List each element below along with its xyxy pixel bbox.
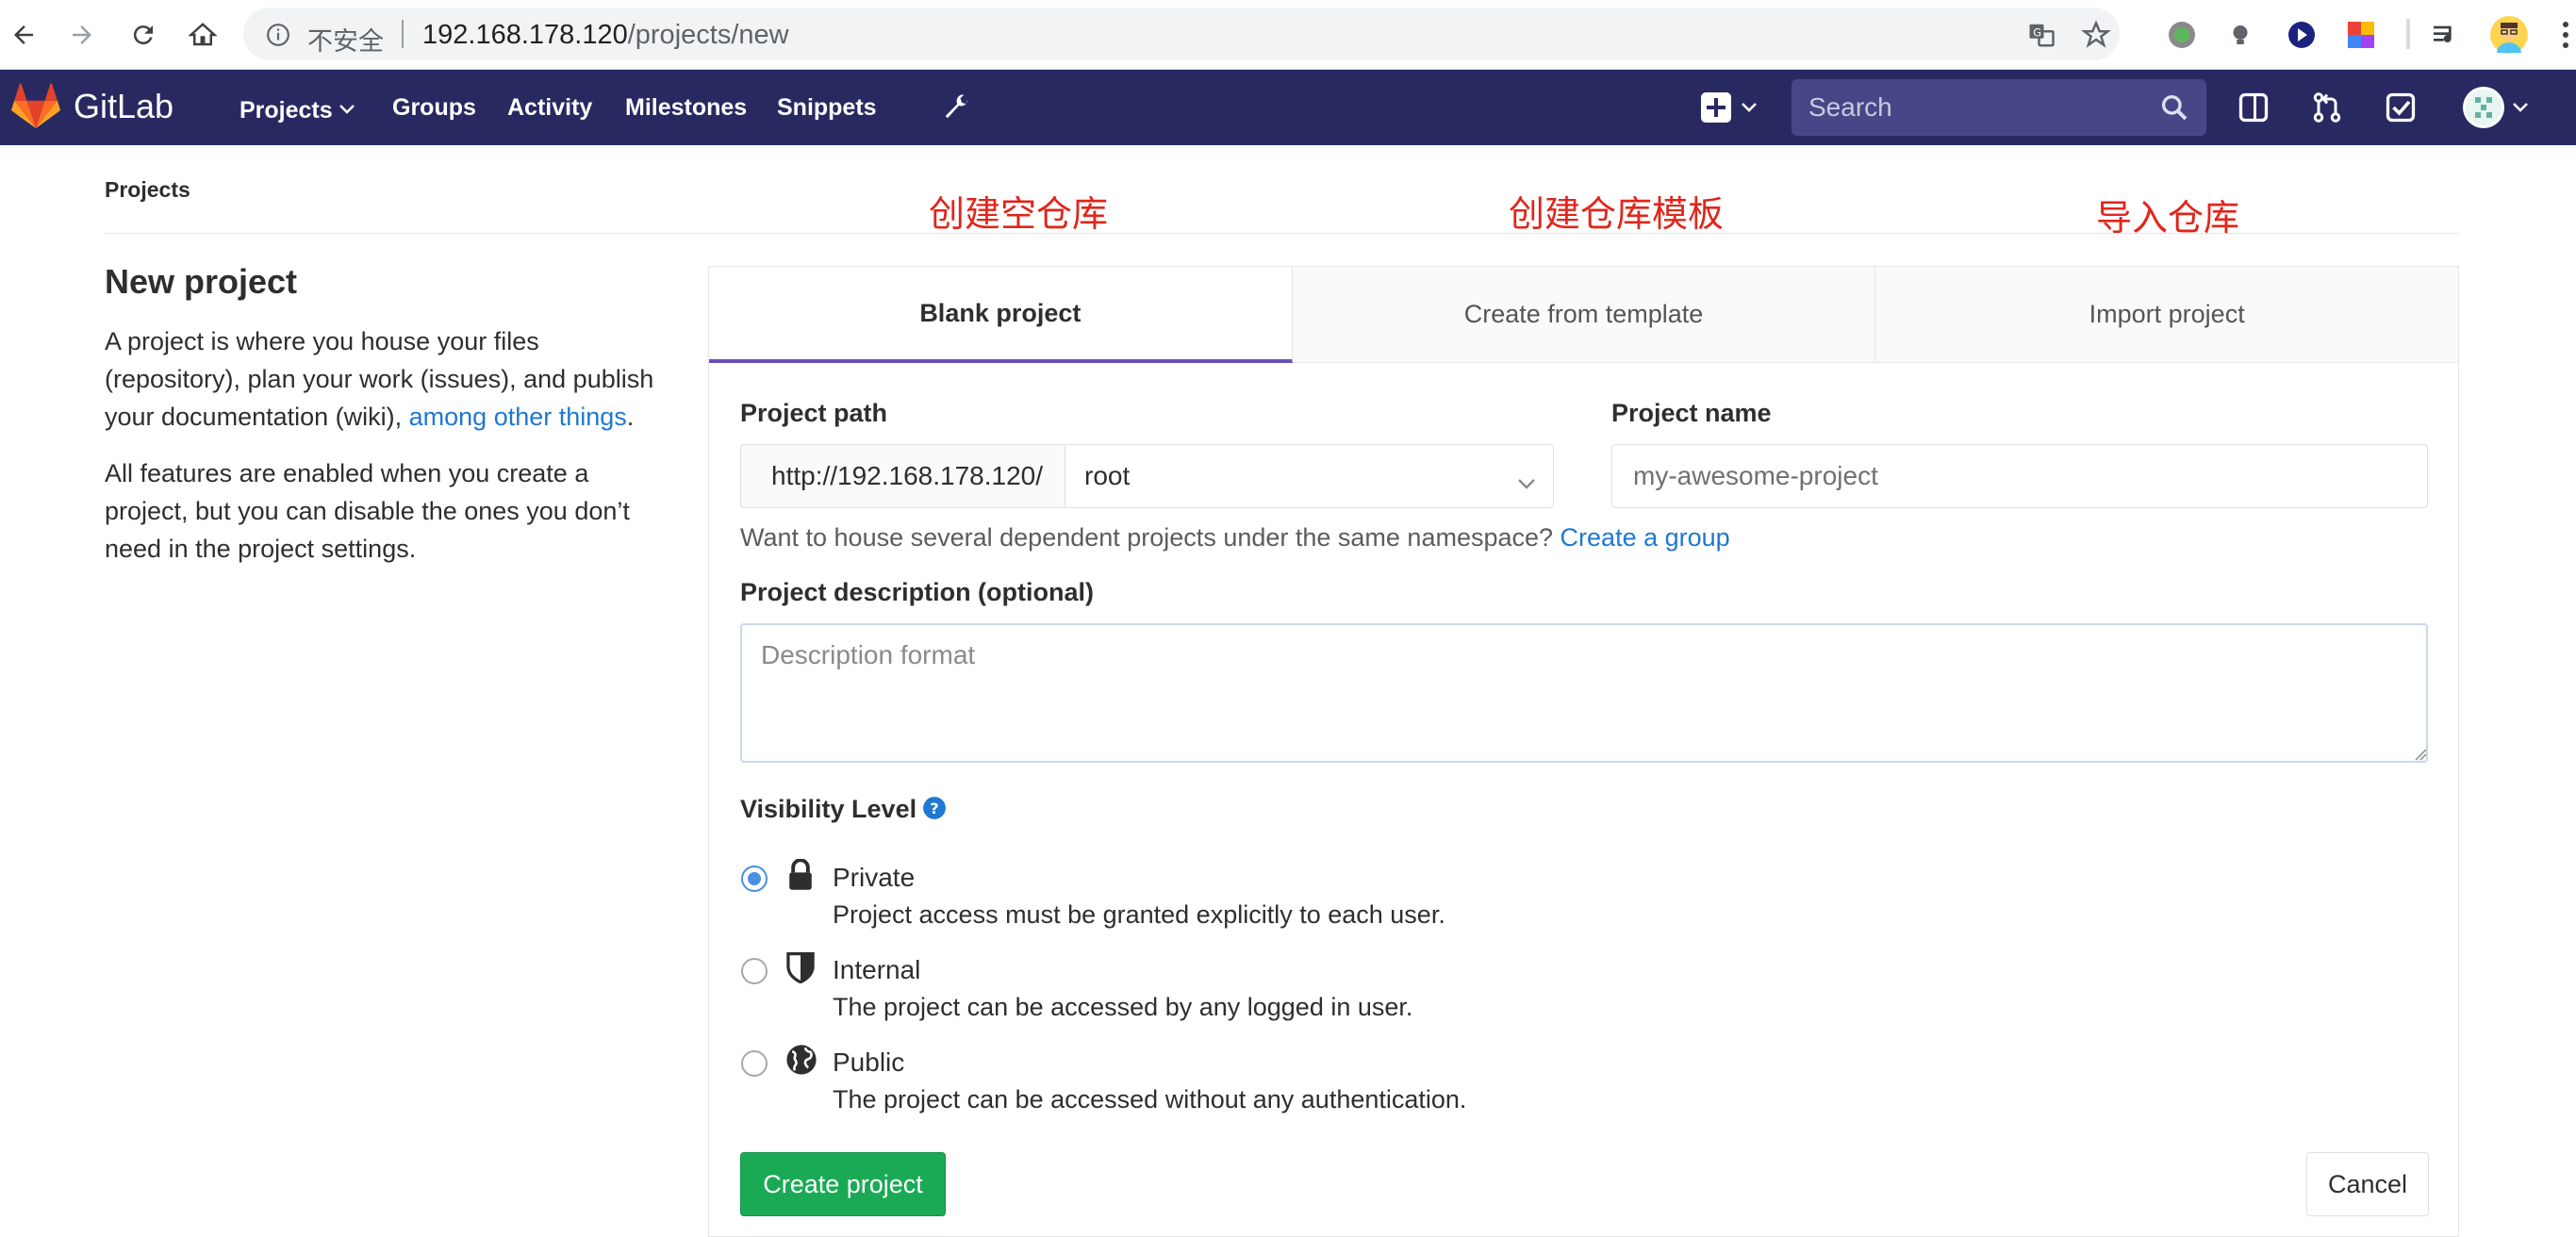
- svg-text:?: ?: [930, 800, 938, 817]
- create-project-button[interactable]: Create project: [740, 1152, 946, 1216]
- bookmark-star-icon[interactable]: [2080, 20, 2112, 54]
- browser-menu-icon[interactable]: [2557, 17, 2574, 53]
- namespace-select[interactable]: root: [1065, 444, 1554, 508]
- visibility-internal-title: Internal: [833, 955, 921, 984]
- radio-private-selected[interactable]: [740, 865, 768, 898]
- reload-button[interactable]: [120, 11, 167, 58]
- profile-avatar-icon[interactable]: [2487, 13, 2531, 57]
- project-description-label: Project description (optional): [740, 578, 1095, 606]
- project-path-label: Project path: [740, 399, 888, 427]
- visibility-level-label: Visibility Level?: [740, 795, 947, 827]
- visibility-level-text: Visibility Level: [740, 795, 917, 823]
- resize-handle-icon[interactable]: [2414, 748, 2427, 766]
- visibility-private-desc: Project access must be granted explicitl…: [833, 900, 1445, 929]
- among-other-things-link[interactable]: among other things: [409, 403, 627, 431]
- toolbar-divider: [2406, 19, 2410, 49]
- tab-create-from-template[interactable]: Create from template: [1292, 267, 1876, 363]
- search-icon[interactable]: [2159, 92, 2189, 127]
- todo-check-icon[interactable]: [2384, 91, 2418, 129]
- project-name-label: Project name: [1611, 399, 1772, 427]
- home-icon: [189, 23, 217, 46]
- omnibox-separator: [402, 20, 404, 48]
- nav-snippets[interactable]: Snippets: [777, 94, 877, 122]
- browser-toolbar: 不安全 192.168.178.120/projects/new G: [0, 0, 2576, 70]
- project-type-tabs: Blank project Create from template Impor…: [709, 267, 2459, 363]
- user-avatar-dropdown[interactable]: [2461, 85, 2529, 135]
- url-text: 192.168.178.120/projects/new: [422, 20, 789, 51]
- gitlab-tanuki-icon[interactable]: [11, 83, 60, 135]
- nav-projects[interactable]: Projects: [239, 94, 355, 124]
- intro-period: .: [626, 403, 635, 431]
- media-queue-icon[interactable]: [2427, 17, 2463, 53]
- extension-play-icon[interactable]: [2284, 17, 2320, 53]
- visibility-public-title: Public: [833, 1047, 905, 1077]
- visibility-option-public[interactable]: Public The project can be accessed witho…: [740, 1038, 2343, 1123]
- project-path-prefix: http://192.168.178.120/: [740, 444, 1065, 508]
- visibility-internal-desc: The project can be accessed by any logge…: [833, 993, 1413, 1021]
- create-group-link[interactable]: Create a group: [1560, 523, 1730, 552]
- radio-internal[interactable]: [740, 957, 768, 990]
- features-paragraph: All features are enabled when you create…: [105, 459, 630, 563]
- forward-button[interactable]: [58, 11, 106, 58]
- back-button[interactable]: [0, 11, 47, 58]
- lock-icon: [785, 858, 816, 896]
- forward-arrow-icon: [73, 25, 91, 44]
- url-path: /projects/new: [627, 20, 789, 50]
- breadcrumb[interactable]: Projects: [105, 177, 190, 203]
- intro-paragraph: A project is where you house your files …: [105, 322, 661, 436]
- visibility-option-internal[interactable]: Internal The project can be accessed by …: [740, 946, 2343, 1031]
- search-input[interactable]: [1808, 91, 2148, 124]
- gitlab-brand[interactable]: GitLab: [74, 87, 173, 126]
- info-icon[interactable]: [266, 23, 290, 52]
- url-host: 192.168.178.120: [422, 20, 628, 50]
- extension-colorgrid-icon[interactable]: [2343, 17, 2379, 53]
- namespace-value: root: [1084, 461, 1131, 490]
- extension-bulb-icon[interactable]: [2222, 17, 2258, 53]
- cancel-button[interactable]: Cancel: [2306, 1152, 2429, 1216]
- nav-activity[interactable]: Activity: [507, 94, 592, 122]
- intro-column: New project A project is where you house…: [105, 262, 661, 586]
- radio-public[interactable]: [740, 1049, 768, 1082]
- new-dropdown-plus-icon[interactable]: [1699, 91, 1761, 129]
- question-circle-icon[interactable]: ?: [922, 796, 947, 827]
- annotation-blank-repo: 创建空仓库: [929, 193, 1109, 235]
- visibility-public-desc: The project can be accessed without any …: [833, 1085, 1467, 1113]
- svg-text:G: G: [2033, 26, 2041, 39]
- visibility-option-private[interactable]: Private Project access must be granted e…: [740, 853, 2343, 938]
- gitlab-navbar: GitLab Projects Groups Activity Mileston…: [0, 70, 2576, 145]
- shield-icon: [785, 951, 816, 988]
- extension-circle-icon[interactable]: [2164, 17, 2200, 53]
- sidebar-toggle-icon[interactable]: [2237, 91, 2271, 129]
- merge-request-icon[interactable]: [2310, 91, 2344, 129]
- security-label: 不安全: [307, 27, 384, 57]
- namespace-help-text: Want to house several dependent projects…: [740, 523, 1560, 552]
- new-project-panel: Blank project Create from template Impor…: [708, 266, 2459, 1237]
- namespace-help: Want to house several dependent projects…: [740, 523, 1730, 553]
- chevron-down-icon: [1515, 468, 1538, 498]
- admin-wrench-icon[interactable]: [939, 91, 973, 129]
- tab-import-project[interactable]: Import project: [1875, 267, 2459, 363]
- visibility-private-title: Private: [833, 863, 916, 892]
- home-button[interactable]: [179, 11, 226, 58]
- chevron-down-icon: [339, 94, 355, 122]
- annotation-template-repo: 创建仓库模板: [1509, 193, 1725, 235]
- reload-icon: [133, 25, 153, 45]
- back-arrow-icon: [14, 25, 33, 44]
- page-title: New project: [105, 262, 298, 301]
- nav-groups[interactable]: Groups: [392, 94, 476, 122]
- address-bar[interactable]: 不安全 192.168.178.120/projects/new G: [243, 8, 2120, 60]
- translate-icon[interactable]: G: [2027, 21, 2056, 54]
- project-description-input[interactable]: [740, 623, 2428, 763]
- header-search[interactable]: [1792, 79, 2206, 136]
- project-name-input[interactable]: [1611, 444, 2428, 508]
- tab-blank-project[interactable]: Blank project: [709, 267, 1293, 363]
- annotation-import-repo: 导入仓库: [2096, 197, 2240, 239]
- globe-icon: [785, 1044, 817, 1080]
- nav-milestones[interactable]: Milestones: [625, 94, 747, 122]
- nav-projects-label: Projects: [239, 97, 333, 124]
